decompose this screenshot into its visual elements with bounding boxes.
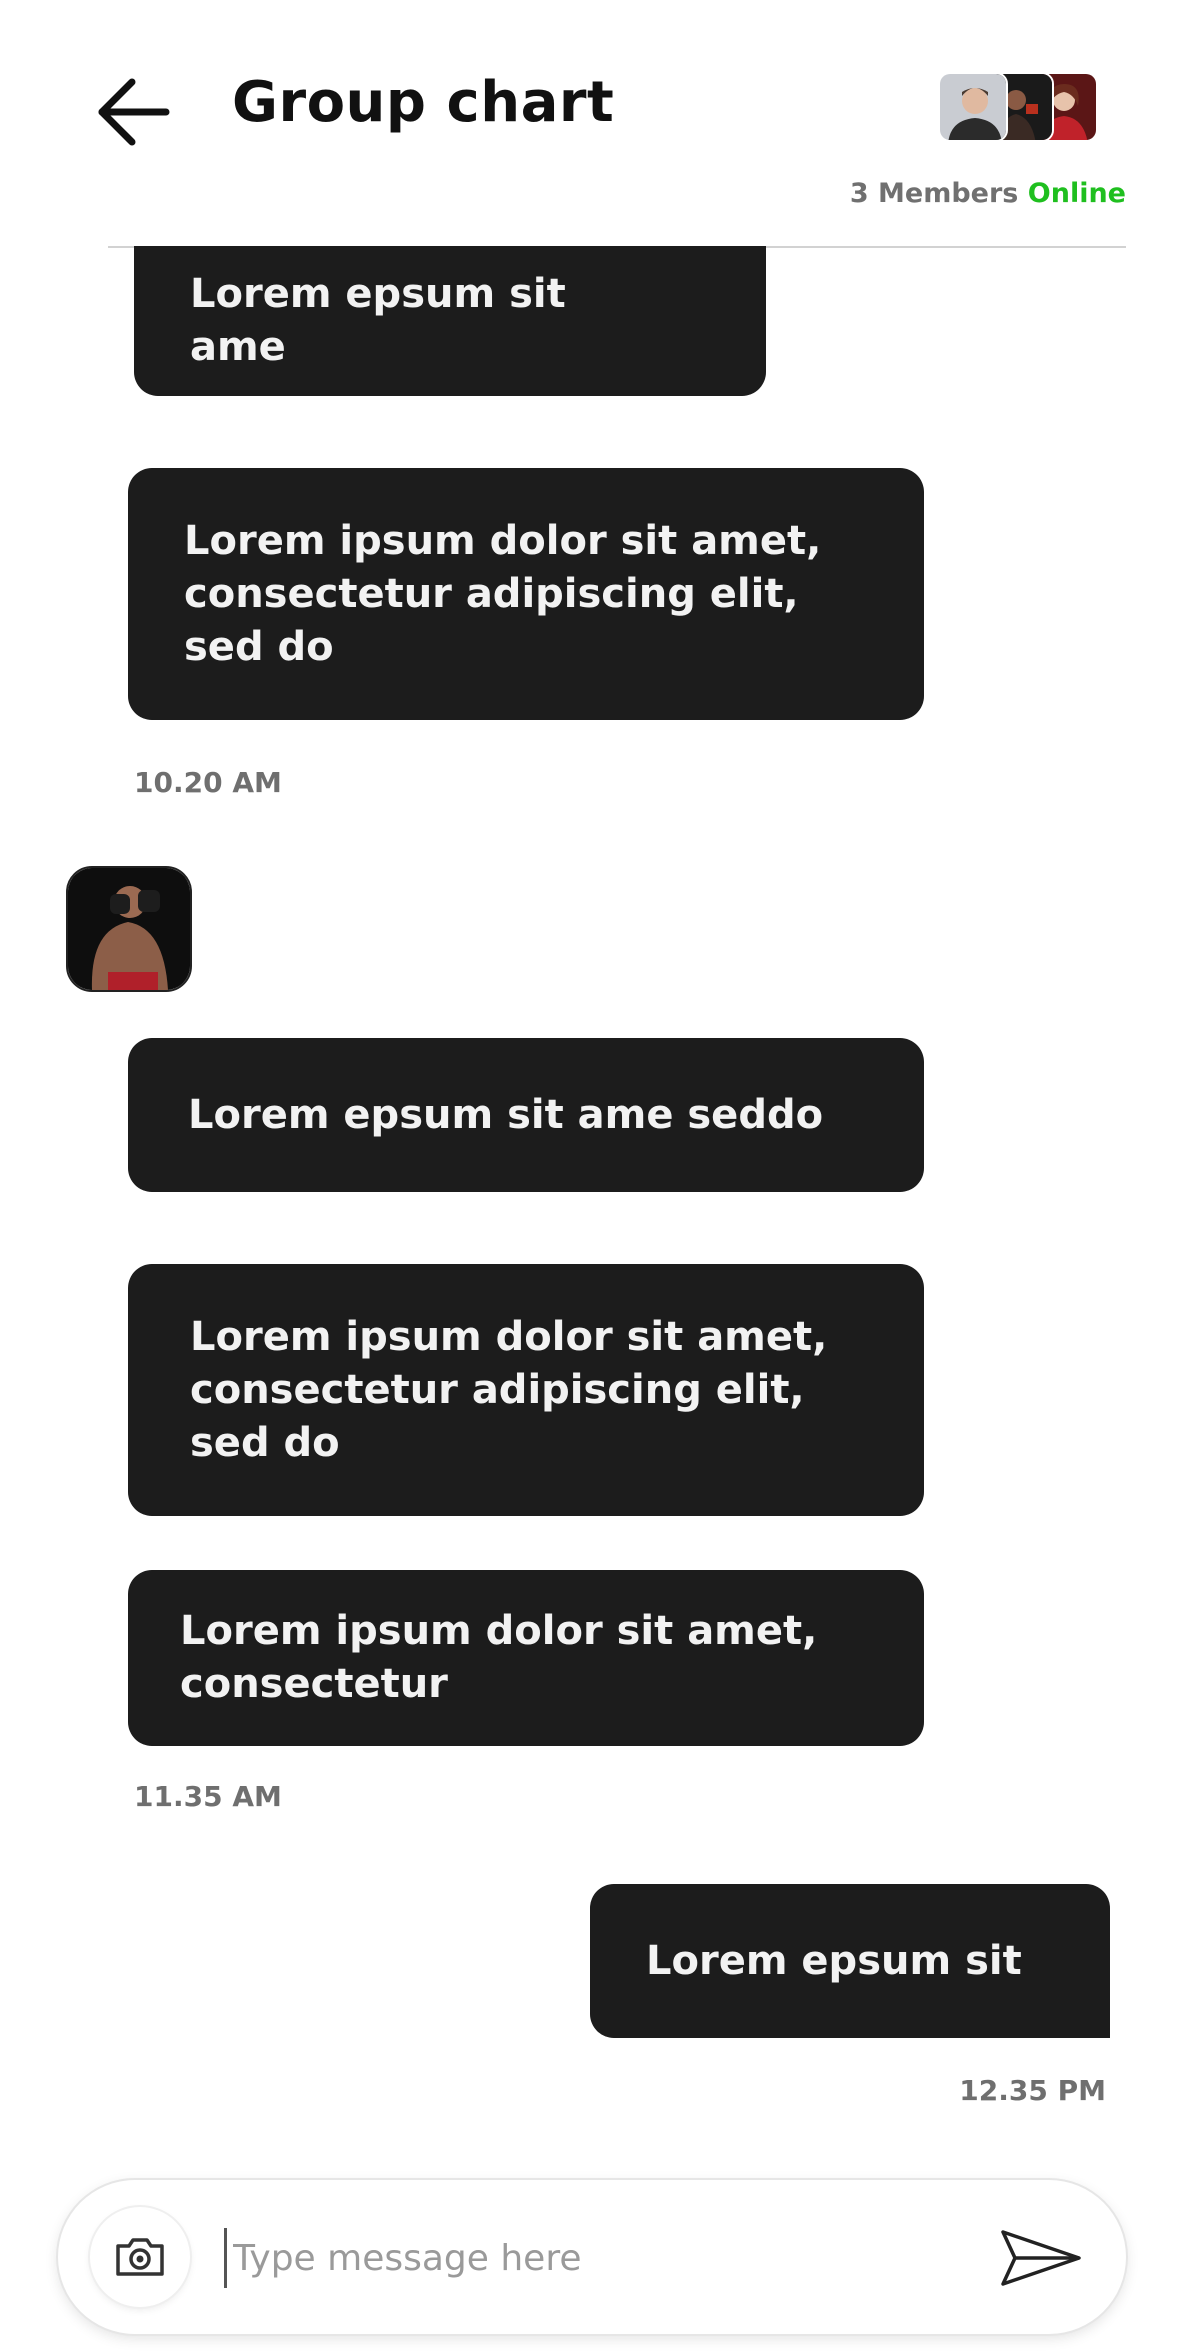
message-bubble[interactable]: Lorem ipsum dolor sit amet, consectetur … [128,1264,924,1516]
group-avatars[interactable] [938,72,1098,142]
sender-avatar[interactable] [66,866,192,992]
message-text: Lorem ipsum dolor sit amet, consectetur … [190,1313,828,1466]
send-icon [1001,2230,1081,2286]
camera-button[interactable] [90,2207,190,2307]
message-text: Lorem epsum sit ame [190,271,566,370]
chat-screen: Group chart 3 Members Online Lorem epsum… [0,0,1180,2351]
message-input[interactable] [224,2228,1004,2288]
message-timestamp: 12.35 PM [959,2074,1106,2107]
message-bubble[interactable]: Lorem epsum sit ame seddo [128,1038,924,1192]
message-text: Lorem epsum sit [646,1937,1022,1984]
message-timestamp: 11.35 AM [134,1780,282,1813]
message-composer [58,2180,1126,2334]
arrow-left-icon [98,78,170,146]
avatar [938,72,1008,142]
send-button[interactable] [996,2218,1086,2298]
message-bubble[interactable]: Lorem ipsum dolor sit amet, consectetur [128,1570,924,1746]
members-status: 3 Members Online [850,178,1126,209]
message-timestamp: 10.20 AM [134,766,282,799]
page-title: Group chart [232,70,615,135]
message-bubble[interactable]: Lorem ipsum dolor sit amet, consectetur … [128,468,924,720]
outgoing-message-bubble[interactable]: Lorem epsum sit [590,1884,1110,2038]
message-bubble[interactable]: Lorem epsum sit ame [134,246,766,396]
camera-icon [116,2238,164,2276]
message-text: Lorem ipsum dolor sit amet, consectetur [180,1608,818,1707]
members-count: 3 Members [849,178,1019,209]
message-text: Lorem epsum sit ame seddo [188,1091,824,1138]
online-status: Online [1027,178,1126,209]
message-text: Lorem ipsum dolor sit amet, consectetur … [184,517,822,670]
back-button[interactable] [92,76,172,148]
